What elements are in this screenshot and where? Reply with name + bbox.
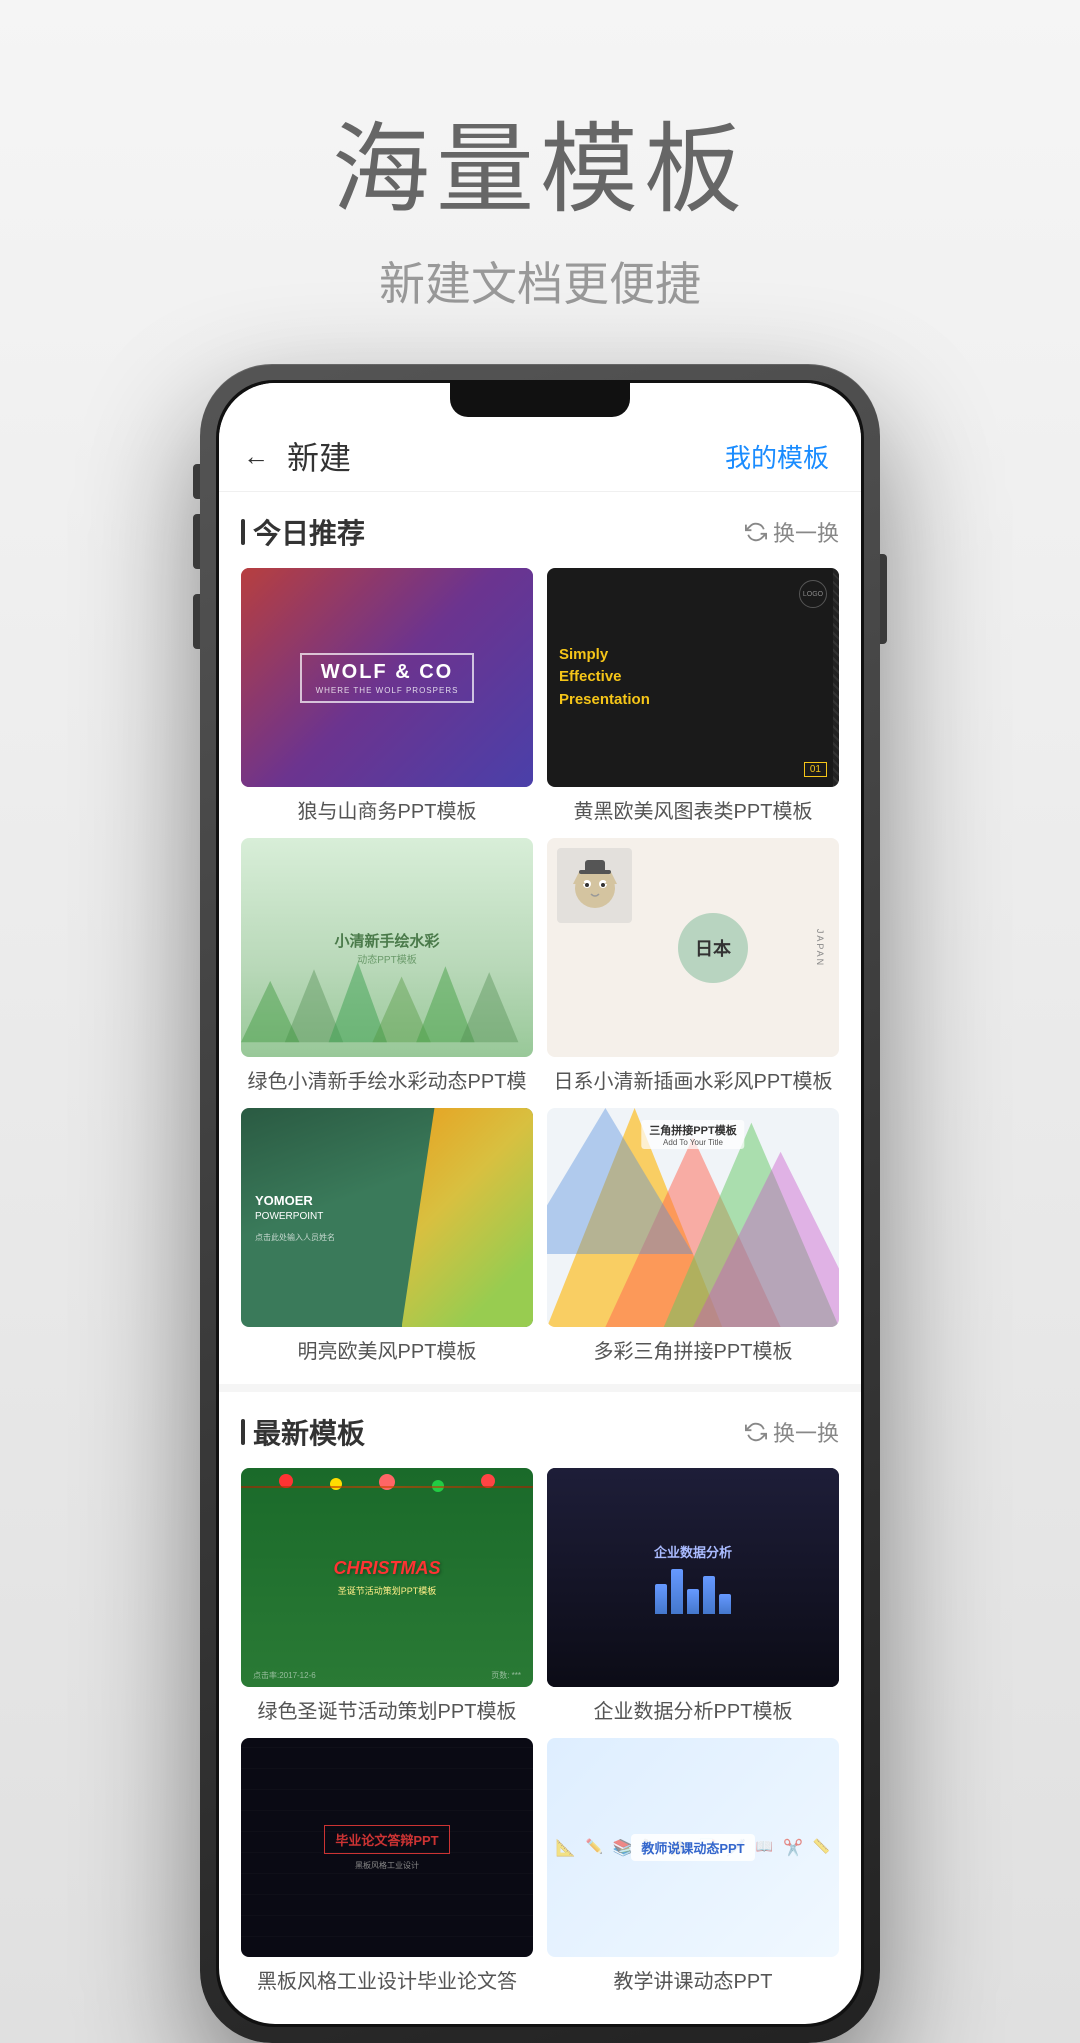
template-item-watercolor[interactable]: 小清新手绘水彩 动态PPT模板 绿色小清新手绘水彩动态PPT模 bbox=[241, 838, 533, 1094]
latest-section-title: 最新模板 bbox=[241, 1412, 365, 1452]
triangle-sub: Add To Your Title bbox=[649, 1138, 736, 1147]
app-bar-title: 新建 bbox=[287, 433, 351, 479]
template-thumb-teacher: 📐 ✏️ 📚 🔭 🎓 📝 🖊️ 📖 ✂️ bbox=[547, 1738, 839, 1957]
phone-notch bbox=[450, 383, 630, 417]
title-bar-icon bbox=[241, 519, 245, 545]
page-subtitle: 新建文档更便捷 bbox=[0, 248, 1080, 314]
template-name-wolf: 狼与山商务PPT模板 bbox=[241, 795, 533, 824]
template-name-teacher: 教学讲课动态PPT bbox=[547, 1965, 839, 1994]
teacher-title: 教师说课动态PPT bbox=[631, 1834, 754, 1861]
template-thumb-enterprise: 企业数据分析 bbox=[547, 1468, 839, 1687]
latest-section: 最新模板 换一换 bbox=[219, 1412, 861, 1994]
wolf-brand-text: WOLF & CO WHERE THE WOLF PROSPERS bbox=[300, 653, 475, 703]
template-name-watercolor: 绿色小清新手绘水彩动态PPT模 bbox=[241, 1065, 533, 1094]
today-section-header: 今日推荐 换一换 bbox=[241, 512, 839, 552]
page-wrapper: 海量模板 新建文档更便捷 bbox=[0, 0, 1080, 2043]
phone-inner: ← 新建 我的模板 今日推荐 bbox=[216, 380, 864, 2027]
template-thumb-christmas: CHRISTMAS 圣诞节活动策划PPT模板 点击率:2017-12-6 页数:… bbox=[241, 1468, 533, 1687]
template-item-enterprise[interactable]: 企业数据分析 企业数据分析PPT模板 bbox=[547, 1468, 839, 1724]
template-name-christmas: 绿色圣诞节活动策划PPT模板 bbox=[241, 1695, 533, 1724]
volume-down-button bbox=[193, 594, 200, 649]
today-refresh-button[interactable]: 换一换 bbox=[745, 516, 839, 548]
simply-logo: LOGO bbox=[799, 580, 827, 608]
simply-title: Simply Effective Presentation bbox=[559, 644, 650, 712]
watercolor-sub: 动态PPT模板 bbox=[357, 951, 416, 966]
template-item-japan[interactable]: 日本 JAPAN 日系小清新插画水彩风PPT模板 bbox=[547, 838, 839, 1094]
triangle-title: 三角拼接PPT模板 bbox=[649, 1122, 736, 1138]
template-item-christmas[interactable]: CHRISTMAS 圣诞节活动策划PPT模板 点击率:2017-12-6 页数:… bbox=[241, 1468, 533, 1724]
template-item-teacher[interactable]: 📐 ✏️ 📚 🔭 🎓 📝 🖊️ 📖 ✂️ bbox=[547, 1738, 839, 1994]
template-thumb-triangle: 三角拼接PPT模板 Add To Your Title bbox=[547, 1108, 839, 1327]
volume-up-button bbox=[193, 514, 200, 569]
phone-wrapper: ← 新建 我的模板 今日推荐 bbox=[0, 364, 1080, 2043]
my-templates-button[interactable]: 我的模板 bbox=[725, 438, 829, 475]
template-thumb-wolf: WOLF & CO WHERE THE WOLF PROSPERS bbox=[241, 568, 533, 787]
latest-bar-icon bbox=[241, 1419, 245, 1445]
japan-circle: 日本 bbox=[678, 913, 748, 983]
template-name-yomoer: 明亮欧美风PPT模板 bbox=[241, 1335, 533, 1364]
template-name-simply: 黄黑欧美风图表类PPT模板 bbox=[547, 795, 839, 824]
template-name-graduation: 黑板风格工业设计毕业论文答 bbox=[241, 1965, 533, 1994]
christmas-sub: 圣诞节活动策划PPT模板 bbox=[338, 1584, 437, 1597]
template-item-simply[interactable]: Simply Effective Presentation LOGO 01 bbox=[547, 568, 839, 824]
yomoer-brand: YOMOER POWERPOINT bbox=[255, 1192, 519, 1224]
today-template-grid: WOLF & CO WHERE THE WOLF PROSPERS 狼与山商务P… bbox=[241, 568, 839, 1364]
watercolor-title: 小清新手绘水彩 bbox=[334, 930, 439, 951]
phone-outer: ← 新建 我的模板 今日推荐 bbox=[200, 364, 880, 2043]
latest-refresh-button[interactable]: 换一换 bbox=[745, 1416, 839, 1448]
silent-button bbox=[193, 464, 200, 499]
template-item-yomoer[interactable]: YOMOER POWERPOINT 点击此处输入人员姓名 明亮欧美风PPT模板 bbox=[241, 1108, 533, 1364]
template-thumb-simply: Simply Effective Presentation LOGO 01 bbox=[547, 568, 839, 787]
latest-template-grid: CHRISTMAS 圣诞节活动策划PPT模板 点击率:2017-12-6 页数:… bbox=[241, 1468, 839, 1994]
page-title: 海量模板 bbox=[0, 90, 1080, 232]
template-item-wolf[interactable]: WOLF & CO WHERE THE WOLF PROSPERS 狼与山商务P… bbox=[241, 568, 533, 824]
template-name-japan: 日系小清新插画水彩风PPT模板 bbox=[547, 1065, 839, 1094]
latest-refresh-icon bbox=[745, 1421, 767, 1443]
app-bar: ← 新建 我的模板 bbox=[219, 421, 861, 492]
refresh-icon bbox=[745, 521, 767, 543]
back-icon[interactable]: ← bbox=[243, 441, 269, 472]
template-name-triangle: 多彩三角拼接PPT模板 bbox=[547, 1335, 839, 1364]
graduation-title: 毕业论文答辩PPT bbox=[324, 1825, 449, 1854]
phone-screen: ← 新建 我的模板 今日推荐 bbox=[219, 383, 861, 2024]
template-thumb-watercolor: 小清新手绘水彩 动态PPT模板 bbox=[241, 838, 533, 1057]
enterprise-title: 企业数据分析 bbox=[654, 1542, 732, 1561]
today-section: 今日推荐 换一换 bbox=[219, 512, 861, 1364]
graduation-sub: 黑板风格工业设计 bbox=[355, 1860, 419, 1871]
latest-section-header: 最新模板 换一换 bbox=[241, 1412, 839, 1452]
yomoer-sub: 点击此处输入人员姓名 bbox=[255, 1232, 519, 1243]
power-button bbox=[880, 554, 887, 644]
section-divider bbox=[219, 1384, 861, 1392]
template-thumb-japan: 日本 JAPAN bbox=[547, 838, 839, 1057]
simply-page-num: 01 bbox=[804, 762, 827, 777]
template-item-triangle[interactable]: 三角拼接PPT模板 Add To Your Title 多彩三角拼接PPT模板 bbox=[547, 1108, 839, 1364]
today-section-title: 今日推荐 bbox=[241, 512, 365, 552]
template-thumb-yomoer: YOMOER POWERPOINT 点击此处输入人员姓名 bbox=[241, 1108, 533, 1327]
template-name-enterprise: 企业数据分析PPT模板 bbox=[547, 1695, 839, 1724]
template-thumb-graduation: 毕业论文答辩PPT 黑板风格工业设计 bbox=[241, 1738, 533, 1957]
christmas-title: CHRISTMAS bbox=[334, 1558, 441, 1579]
page-header: 海量模板 新建文档更便捷 bbox=[0, 0, 1080, 364]
template-item-graduation[interactable]: 毕业论文答辩PPT 黑板风格工业设计 黑板风格工业设计毕业论文答 bbox=[241, 1738, 533, 1994]
